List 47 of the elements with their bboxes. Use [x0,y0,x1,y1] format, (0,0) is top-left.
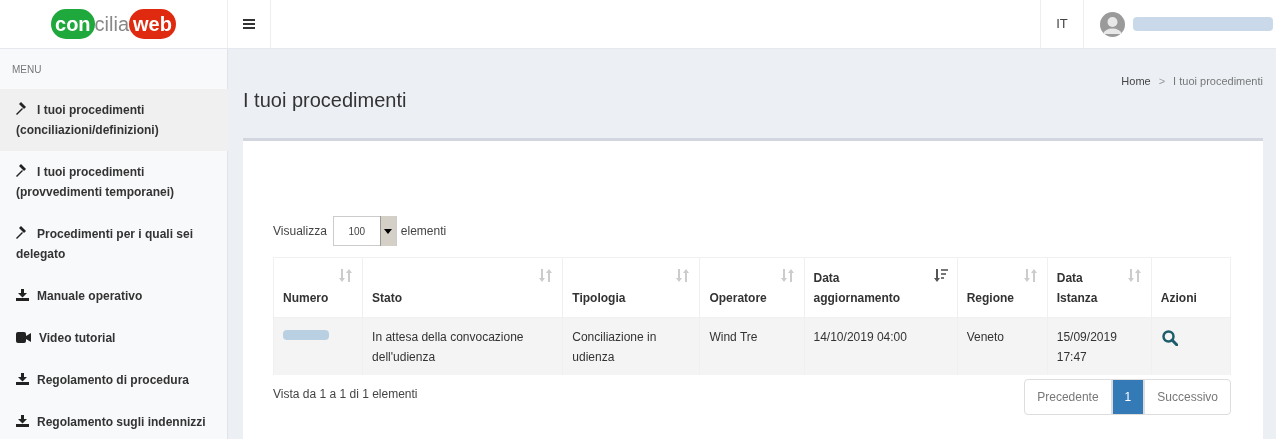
table-cell: 14/10/2019 04:00 [804,317,958,375]
sort-icon[interactable] [933,269,948,282]
sidebar-item[interactable]: Procedimenti per i quali sei delegato [0,213,228,275]
download-icon [16,289,29,301]
page-size-select[interactable]: 100 [332,216,397,246]
show-label: Visualizza [273,223,327,240]
column-header[interactable]: Operatore [699,257,804,318]
sidebar-item[interactable]: Regolamento di procedura [0,359,228,401]
dropdown-arrow-icon [384,228,393,234]
user-avatar-icon[interactable] [1100,11,1125,37]
table-cell: In attesa della convocazione dell'udienza [362,317,563,375]
sidebar-item[interactable]: Regolamento sugli indennizzi [0,401,228,439]
column-header[interactable]: Stato [362,257,563,318]
language-selector[interactable]: IT [1040,0,1083,48]
table-info: Vista da 1 a 1 di 1 elementi [273,386,418,403]
gavel-icon [16,164,29,177]
column-header[interactable]: Tipologia [562,257,700,318]
column-header: Azioni [1151,257,1231,318]
download-icon [16,415,29,427]
sidebar-item[interactable]: Manuale operativo [0,275,228,317]
table-cell: 15/09/2019 17:47 [1047,317,1152,375]
page-title: I tuoi procedimenti [243,88,407,113]
gavel-icon [16,102,29,115]
next-page-button[interactable]: Successivo [1144,379,1231,415]
sidebar-item[interactable]: Video tutorial [0,317,228,359]
breadcrumb-current: I tuoi procedimenti [1173,74,1263,89]
column-header[interactable]: Numero [273,257,363,318]
breadcrumb-separator: > [1158,74,1166,89]
entries-label: elementi [400,223,447,240]
page-number-button[interactable]: 1 [1111,379,1145,415]
gavel-icon [16,226,29,239]
search-icon[interactable] [1161,330,1178,346]
sidebar-item[interactable]: I tuoi procedimenti (provvedimenti temporanei) [0,151,228,213]
column-header[interactable]: Regione [957,257,1048,318]
sidebar-item[interactable]: I tuoi procedimenti (conciliazioni/definizioni) [0,89,228,151]
breadcrumb-link[interactable]: Home [1121,73,1151,90]
previous-page-button[interactable]: Precedente [1024,379,1112,415]
conciliaweb-logo[interactable]: con cilia web [51,9,176,39]
table-cell: Wind Tre [699,317,804,375]
column-header[interactable]: Data Istanza [1047,257,1152,318]
menu-heading: MENU [11,63,43,77]
table-cell: Conciliazione in udienza [562,317,700,375]
video-camera-icon [16,332,31,343]
column-header[interactable]: Data aggiornamento [804,257,958,318]
download-icon [16,373,29,385]
redacted-number [283,330,329,340]
table-cell: Veneto [957,317,1048,375]
